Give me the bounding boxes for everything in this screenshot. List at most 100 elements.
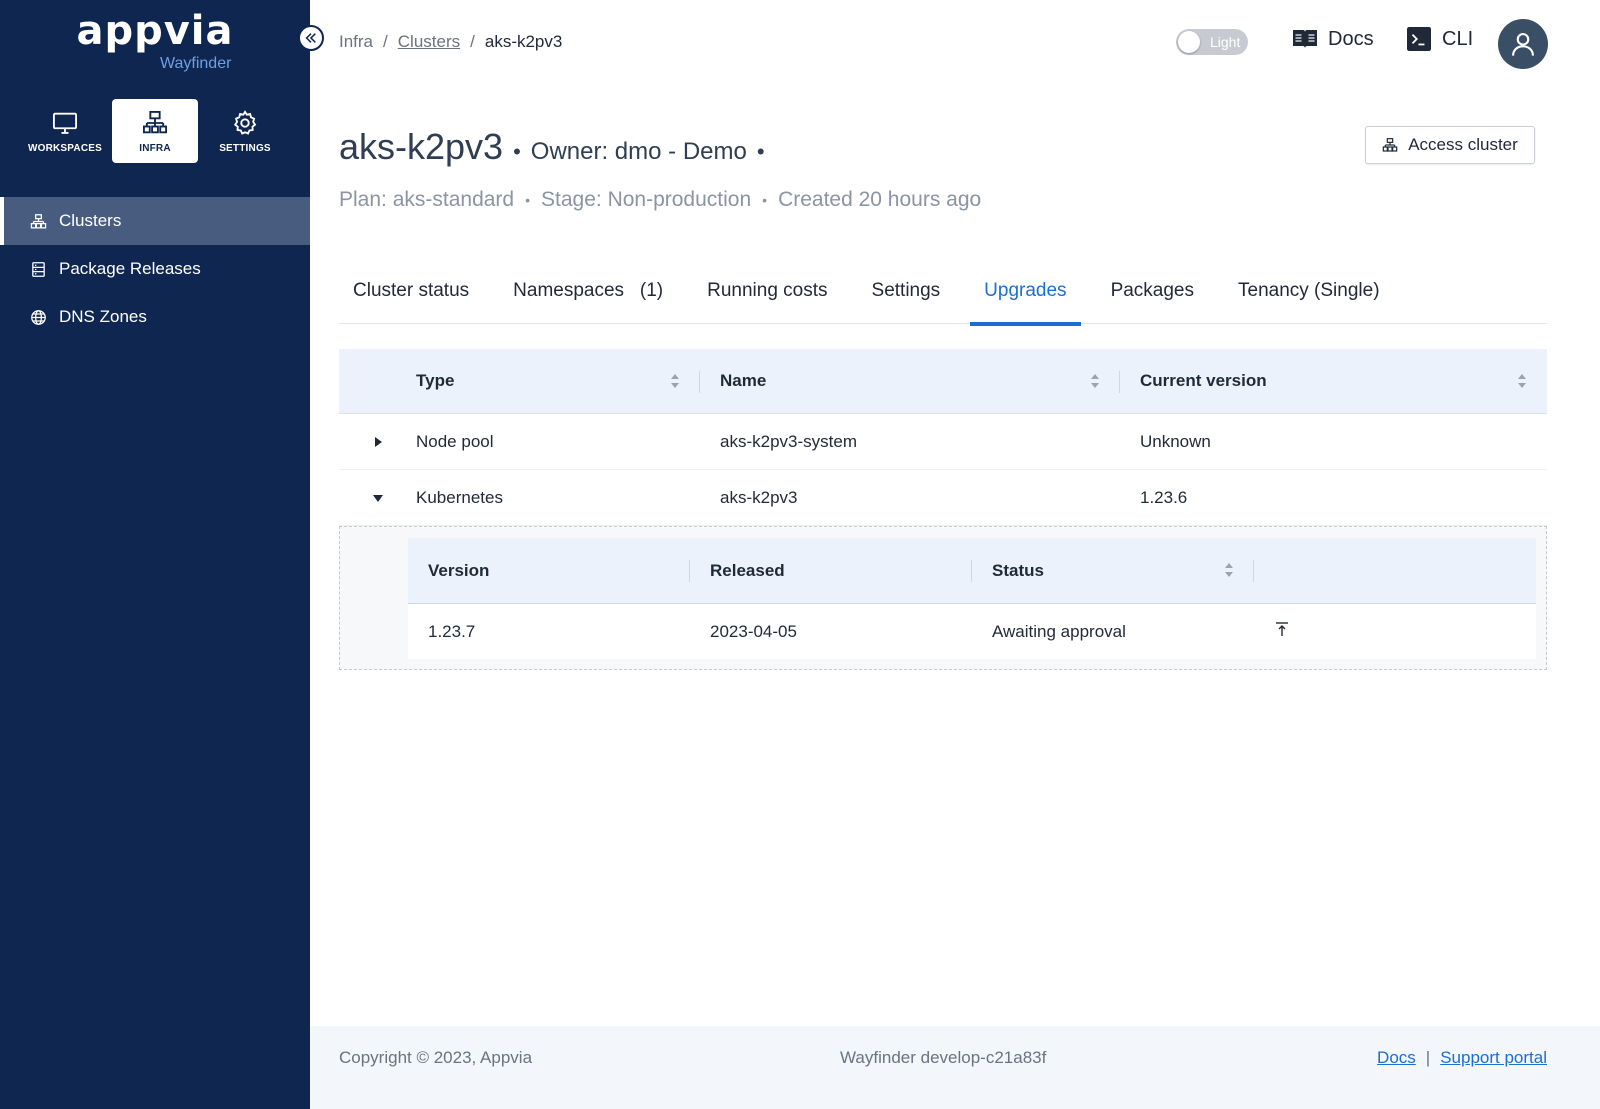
- collapse-sidebar-button[interactable]: [298, 25, 324, 51]
- column-header-label: Name: [720, 371, 767, 390]
- footer-links: Docs | Support portal: [1377, 1048, 1547, 1068]
- footer-support-link[interactable]: Support portal: [1440, 1048, 1547, 1068]
- cluster-owner: Owner: dmo - Demo: [530, 138, 747, 165]
- tab-cluster-status[interactable]: Cluster status: [339, 258, 483, 324]
- cluster-created: Created 20 hours ago: [778, 188, 982, 211]
- sidebar-item-dns-zones[interactable]: DNS Zones: [0, 293, 310, 341]
- sidebar-item-package-releases[interactable]: Package Releases: [0, 245, 310, 293]
- tab-tenancy[interactable]: Tenancy (Single): [1224, 258, 1394, 324]
- nav-settings-label: SETTINGS: [219, 142, 271, 154]
- column-header-label: Type: [416, 371, 455, 390]
- cluster-icon: [30, 213, 47, 229]
- globe-icon: [31, 309, 46, 325]
- main-content: Infra / Clusters / aks-k2pv3 Light Docs …: [310, 0, 1600, 1109]
- theme-toggle[interactable]: Light: [1176, 29, 1248, 55]
- sidebar-item-clusters[interactable]: Clusters: [0, 197, 310, 245]
- column-header-name[interactable]: Name: [700, 349, 1120, 413]
- tab-running-costs[interactable]: Running costs: [693, 258, 841, 324]
- network-icon: [142, 110, 168, 133]
- monitor-icon: [52, 112, 78, 134]
- breadcrumb-clusters-link[interactable]: Clusters: [398, 32, 460, 52]
- versions-table-header: Version Released Status: [408, 538, 1536, 604]
- secondary-nav: Clusters Package Releases DNS Zones: [0, 197, 310, 341]
- column-header-released: Released: [690, 538, 972, 603]
- expand-row-button[interactable]: [339, 436, 416, 448]
- column-header-type[interactable]: Type: [416, 349, 700, 413]
- sort-icon[interactable]: [1517, 373, 1527, 389]
- column-header-label: Released: [710, 560, 785, 580]
- separator-dot: •: [513, 139, 521, 164]
- cell-type: Node pool: [416, 431, 494, 451]
- versions-table: Version Released Status 1.23.7 2023-04-0…: [408, 538, 1536, 659]
- footer-link-separator: |: [1425, 1048, 1431, 1067]
- nav-settings[interactable]: SETTINGS: [202, 99, 288, 163]
- logo-product-name: Wayfinder: [160, 55, 232, 72]
- toggle-knob: [1178, 31, 1200, 53]
- sidebar: appvia Wayfinder WORKSPACES INFRA SETTIN…: [0, 0, 310, 1109]
- cluster-meta: Plan: aks-standard • Stage: Non-producti…: [339, 188, 981, 212]
- theme-toggle-label: Light: [1210, 34, 1241, 50]
- nav-infra-label: INFRA: [139, 142, 171, 154]
- cluster-stage: Stage: Non-production: [541, 188, 752, 211]
- column-header-version: Version: [408, 538, 690, 603]
- column-header-label: Status: [992, 560, 1044, 580]
- tab-settings[interactable]: Settings: [858, 258, 955, 324]
- expanded-row-panel: Version Released Status 1.23.7 2023-04-0…: [339, 526, 1547, 670]
- collapse-row-button[interactable]: [339, 492, 416, 504]
- tab-upgrades[interactable]: Upgrades: [970, 258, 1081, 326]
- cli-link-label: CLI: [1442, 27, 1474, 50]
- caret-down-icon: [372, 494, 383, 502]
- cluster-icon: [1382, 138, 1398, 152]
- footer: Copyright © 2023, Appvia Wayfinder devel…: [310, 1026, 1600, 1109]
- docs-link[interactable]: Docs: [1292, 27, 1374, 51]
- separator-dot: •: [756, 139, 765, 164]
- tab-packages[interactable]: Packages: [1097, 258, 1208, 324]
- separator-dot: •: [762, 192, 768, 208]
- cell-current-version: Unknown: [1140, 431, 1211, 451]
- sort-icon[interactable]: [1224, 562, 1234, 578]
- nav-infra[interactable]: INFRA: [112, 99, 198, 163]
- column-header-label: Version: [428, 560, 490, 580]
- double-chevron-left-icon: [305, 33, 316, 43]
- book-icon: [1293, 30, 1317, 48]
- separator-dot: •: [525, 192, 531, 208]
- upgrade-button[interactable]: [1254, 621, 1536, 642]
- cell-type: Kubernetes: [416, 487, 503, 507]
- logo[interactable]: appvia Wayfinder: [0, 8, 310, 72]
- table-row[interactable]: Node pool aks-k2pv3-system Unknown: [339, 414, 1547, 470]
- column-header-current-version[interactable]: Current version: [1120, 349, 1547, 413]
- cluster-title-row: aks-k2pv3 • Owner: dmo - Demo •: [339, 126, 775, 168]
- footer-build-version: Wayfinder develop-c21a83f: [840, 1048, 1047, 1067]
- gear-icon: [233, 109, 257, 135]
- upgrades-table: Type Name Current version Node pool aks-…: [339, 349, 1547, 526]
- table-header: Type Name Current version: [339, 349, 1547, 414]
- nav-workspaces[interactable]: WORKSPACES: [22, 99, 108, 163]
- breadcrumb: Infra / Clusters / aks-k2pv3: [339, 32, 562, 52]
- sort-icon[interactable]: [1090, 373, 1100, 389]
- caret-right-icon: [374, 436, 382, 447]
- footer-copyright: Copyright © 2023, Appvia: [339, 1048, 533, 1067]
- cluster-plan: Plan: aks-standard: [339, 188, 515, 211]
- breadcrumb-infra: Infra: [339, 32, 374, 51]
- table-row: 1.23.7 2023-04-05 Awaiting approval: [408, 604, 1536, 659]
- footer-docs-link[interactable]: Docs: [1377, 1048, 1416, 1068]
- terminal-icon: [1407, 27, 1431, 51]
- sort-icon[interactable]: [670, 373, 680, 389]
- access-cluster-label: Access cluster: [1408, 135, 1518, 154]
- breadcrumb-separator: /: [383, 32, 388, 51]
- column-header-label: Current version: [1140, 371, 1267, 390]
- sidebar-item-label: Clusters: [59, 211, 122, 230]
- user-avatar[interactable]: [1498, 19, 1548, 69]
- breadcrumb-separator: /: [470, 32, 475, 51]
- access-cluster-button[interactable]: Access cluster: [1365, 126, 1535, 164]
- cell-current-version: 1.23.6: [1140, 487, 1188, 507]
- tab-namespaces[interactable]: Namespaces (1): [499, 258, 677, 324]
- breadcrumb-current: aks-k2pv3: [484, 32, 563, 51]
- column-header-status[interactable]: Status: [972, 538, 1254, 603]
- table-row[interactable]: Kubernetes aks-k2pv3 1.23.6: [339, 470, 1547, 526]
- sidebar-item-label: Package Releases: [59, 259, 201, 278]
- cell-released: 2023-04-05: [710, 621, 797, 641]
- cli-link[interactable]: CLI: [1406, 27, 1473, 51]
- user-icon: [1512, 33, 1534, 56]
- cell-name: aks-k2pv3-system: [720, 431, 857, 451]
